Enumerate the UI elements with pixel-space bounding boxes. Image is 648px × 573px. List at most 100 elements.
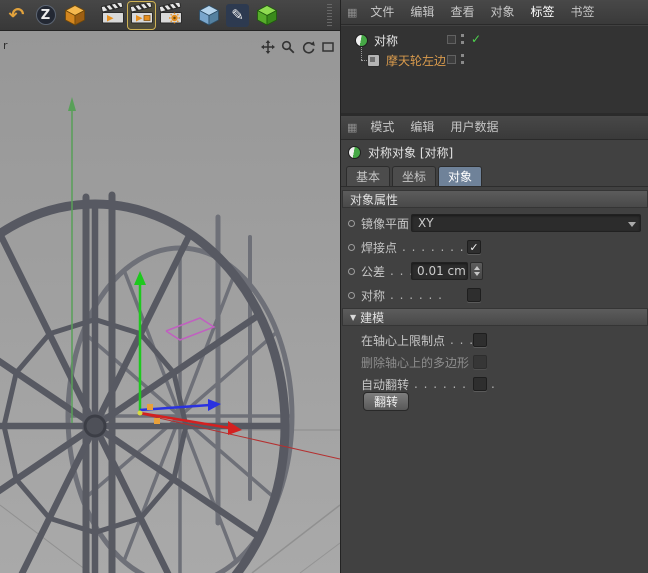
menu-tags[interactable]: 标签 — [522, 0, 562, 25]
zoom-view-icon[interactable] — [280, 39, 296, 55]
row-weld-points: 焊接点 . . . . . . . ✓ — [341, 237, 648, 257]
rotate-view-icon[interactable] — [300, 39, 316, 55]
dot-leader: . . . . . . . — [402, 240, 465, 254]
menu-bookmarks[interactable]: 书签 — [562, 0, 602, 25]
attribute-tabs: 基本 坐标 对象 — [341, 163, 648, 187]
menu-edit[interactable]: 编辑 — [402, 0, 442, 25]
limit-points-checkbox[interactable] — [473, 333, 487, 347]
flip-button-label: 翻转 — [373, 395, 398, 409]
object-label[interactable]: 摩天轮左边 — [386, 52, 446, 69]
toggle-view-icon[interactable] — [320, 39, 336, 55]
object-row-ferris-left[interactable]: 摩天轮左边 — [341, 50, 648, 70]
menu-file[interactable]: 文件 — [362, 0, 402, 25]
section-label: 对象属性 — [350, 192, 399, 207]
keyframe-circle-icon[interactable] — [348, 219, 355, 227]
tab-object[interactable]: 对象 — [438, 166, 483, 186]
check-icon: ✓ — [469, 240, 479, 254]
viewport-3d[interactable]: r — [0, 31, 340, 573]
keyframe-circle-icon[interactable] — [348, 267, 355, 275]
row-symmetry: 对称 . . . . . . — [341, 285, 648, 305]
section-label: 建模 — [360, 310, 385, 325]
property-label: 公差 — [361, 264, 386, 279]
attribute-manager-menubar: ▦ 模式 编辑 用户数据 — [341, 116, 648, 140]
layer-square-icon[interactable] — [447, 55, 456, 64]
menu-object[interactable]: 对象 — [482, 0, 522, 25]
property-label: 自动翻转 — [361, 377, 410, 392]
enabled-check-icon[interactable]: ✓ — [471, 32, 481, 46]
attribute-title: 对称对象 [对称] — [368, 145, 454, 160]
menu-am-edit[interactable]: 编辑 — [402, 115, 442, 140]
auto-flip-checkbox[interactable] — [473, 377, 487, 391]
orange-cube-icon — [64, 5, 85, 26]
delete-polygons-checkbox — [473, 355, 487, 369]
z-icon: Z — [35, 5, 56, 25]
weld-points-checkbox[interactable]: ✓ — [467, 240, 481, 254]
tab-basic[interactable]: 基本 — [346, 166, 391, 186]
model-cube-button[interactable] — [61, 2, 88, 29]
row-limit-points: 在轴心上限制点 . . . . — [341, 330, 648, 350]
object-row-symmetry[interactable]: 对称 ✓ — [341, 30, 648, 50]
pen-icon: ✎ — [226, 3, 249, 27]
child-object-icon — [367, 53, 380, 67]
tolerance-stepper[interactable] — [470, 262, 483, 280]
tolerance-input[interactable]: 0.01 cm — [411, 262, 468, 280]
render-active-clapper-icon — [129, 3, 153, 24]
pan-view-icon[interactable] — [260, 39, 276, 55]
object-manager[interactable]: 对称 ✓ 摩天轮左边 — [341, 26, 648, 113]
row-tolerance: 公差 . . . . . 0.01 cm — [341, 261, 648, 281]
stepper-up-icon[interactable] — [473, 266, 480, 270]
row-delete-polygons: 删除轴心上的多边形 — [341, 352, 648, 372]
tolerance-value: 0.01 cm — [417, 264, 466, 278]
spline-pen-button[interactable]: ✎ — [224, 2, 251, 29]
mirror-plane-dropdown[interactable]: XY — [411, 214, 641, 232]
chevron-down-icon — [628, 222, 636, 227]
section-object-properties[interactable]: 对象属性 — [342, 190, 648, 208]
undo-button[interactable]: ↶ — [3, 2, 30, 29]
undo-icon: ↶ — [8, 3, 25, 26]
menu-mode[interactable]: 模式 — [362, 115, 402, 140]
menu-view[interactable]: 查看 — [442, 0, 482, 25]
render-active-view-button[interactable] — [127, 0, 156, 30]
green-cube-icon — [256, 5, 277, 26]
dot-leader: . . . . . . — [390, 288, 443, 302]
section-modeling[interactable]: ▼ 建模 — [342, 308, 648, 326]
ferris-wheel-wireframe — [0, 97, 340, 573]
render-view-button[interactable] — [99, 2, 126, 29]
z-tool-button[interactable]: Z — [32, 2, 59, 29]
attribute-title-row: 对称对象 [对称] — [341, 142, 648, 162]
render-settings-gear-icon — [158, 3, 182, 24]
object-label[interactable]: 对称 — [374, 32, 398, 49]
viewport-corner-label: r — [3, 39, 8, 52]
property-label: 在轴心上限制点 — [361, 333, 446, 348]
tab-coordinates[interactable]: 坐标 — [392, 166, 437, 186]
menu-user-data[interactable]: 用户数据 — [442, 115, 506, 140]
visibility-dots-icon[interactable] — [461, 54, 464, 66]
render-clapper-icon — [100, 3, 124, 24]
blue-cube-icon — [198, 5, 219, 26]
property-label: 焊接点 — [361, 240, 398, 255]
palette-handle-icon[interactable]: ▦ — [347, 121, 357, 134]
right-panel: ▦ 文件 编辑 查看 对象 标签 书签 对称 ✓ 摩天轮左边 ▦ 模式 编辑 用… — [340, 0, 648, 573]
stepper-down-icon[interactable] — [473, 272, 480, 276]
viewport-nav — [260, 39, 336, 55]
flip-button[interactable]: 翻转 — [363, 392, 409, 411]
layer-square-icon[interactable] — [447, 35, 456, 44]
palette-handle-icon[interactable]: ▦ — [347, 6, 357, 19]
symmetry-object-icon — [355, 33, 368, 47]
subdivision-surface-button[interactable] — [253, 2, 280, 29]
collapse-triangle-icon: ▼ — [350, 312, 357, 322]
render-settings-button[interactable] — [157, 2, 184, 29]
visibility-dots-icon[interactable] — [461, 34, 464, 46]
row-mirror-plane: 镜像平面 XY — [341, 213, 648, 233]
add-cube-button[interactable] — [195, 2, 222, 29]
symmetry-object-icon — [348, 145, 361, 159]
row-auto-flip: 自动翻转 . . . . . . . . . — [341, 374, 648, 394]
toolbar-handle[interactable] — [327, 4, 332, 26]
keyframe-circle-icon[interactable] — [348, 243, 355, 251]
symmetry-checkbox[interactable] — [467, 288, 481, 302]
property-label: 删除轴心上的多边形 — [361, 355, 470, 370]
keyframe-circle-icon[interactable] — [348, 291, 355, 299]
property-label: 镜像平面 — [361, 216, 410, 231]
property-label: 对称 — [361, 288, 386, 303]
cinema4d-window: ↶ Z ✎ r ▦ 文件 编辑 查看 对象 标签 书签 对称 ✓ 摩天轮左边 ▦… — [0, 0, 648, 573]
